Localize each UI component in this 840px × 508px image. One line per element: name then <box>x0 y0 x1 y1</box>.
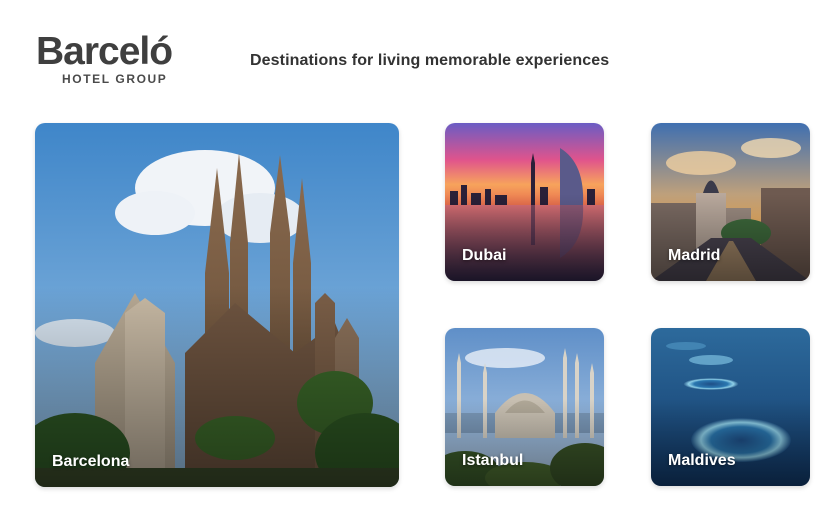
destination-card-barcelona[interactable]: Barcelona <box>35 123 399 487</box>
destination-label-maldives: Maldives <box>668 452 736 469</box>
card-shade <box>651 194 810 281</box>
barcelo-logo[interactable]: Barceló HOTEL GROUP <box>36 32 196 92</box>
destination-card-istanbul[interactable]: Istanbul <box>445 328 604 486</box>
card-shade <box>445 194 604 281</box>
page-tagline: Destinations for living memorable experi… <box>250 52 610 69</box>
logo-subtitle: HOTEL GROUP <box>62 72 168 86</box>
destination-card-maldives[interactable]: Maldives <box>651 328 810 486</box>
destination-label-barcelona: Barcelona <box>52 453 130 470</box>
destination-label-madrid: Madrid <box>668 247 721 264</box>
card-shade <box>651 399 810 486</box>
logo-wordmark: Barceló <box>36 30 173 73</box>
destination-label-istanbul: Istanbul <box>462 452 524 469</box>
card-shade <box>445 399 604 486</box>
destination-card-madrid[interactable]: Madrid <box>651 123 810 281</box>
destination-card-dubai[interactable]: Dubai <box>445 123 604 281</box>
destination-label-dubai: Dubai <box>462 247 507 264</box>
